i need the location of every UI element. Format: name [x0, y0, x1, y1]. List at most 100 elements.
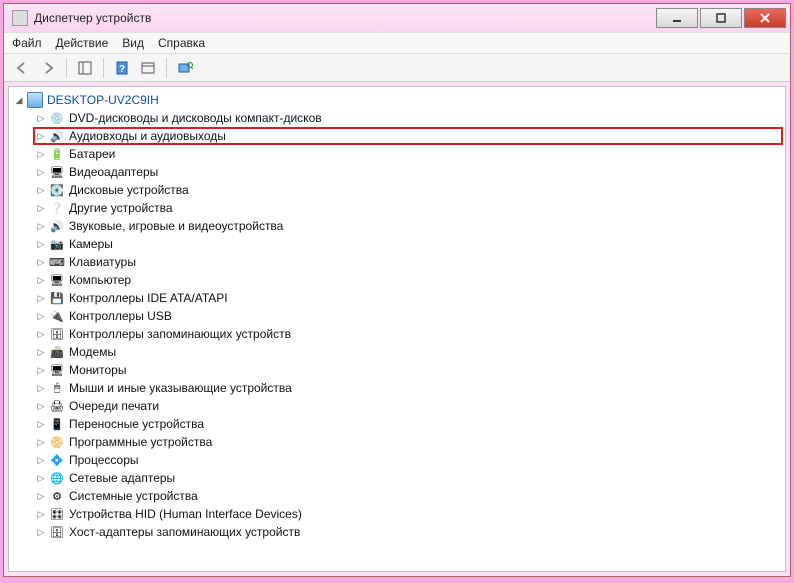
- category-icon: 📀: [49, 434, 65, 450]
- device-category-node[interactable]: ▷💾Контроллеры IDE ATA/ATAPI: [33, 289, 783, 307]
- toolbar: ?: [4, 54, 790, 82]
- expand-icon[interactable]: ▷: [35, 490, 47, 502]
- window-title: Диспетчер устройств: [34, 11, 656, 25]
- device-category-node[interactable]: ▷📀 Программные устройства: [33, 433, 783, 451]
- device-categories-list: ▷💿DVD-дисководы и дисководы компакт-диск…: [11, 109, 783, 541]
- device-category-node[interactable]: ▷🗄Контроллеры запоминающих устройств: [33, 325, 783, 343]
- expand-icon[interactable]: ▷: [35, 148, 47, 160]
- category-label: Системные устройства: [69, 489, 198, 503]
- tree-icon: [78, 61, 92, 75]
- properties-button[interactable]: [136, 57, 160, 79]
- device-tree-panel[interactable]: ◢ DESKTOP-UV2C9IH ▷💿DVD-дисководы и диск…: [8, 86, 786, 572]
- app-icon: [12, 10, 28, 26]
- category-label: Камеры: [69, 237, 113, 251]
- expand-icon[interactable]: ▷: [35, 256, 47, 268]
- menubar: Файл Действие Вид Справка: [4, 32, 790, 54]
- expand-icon[interactable]: ▷: [35, 310, 47, 322]
- category-icon: 📱: [49, 416, 65, 432]
- menu-file[interactable]: Файл: [12, 36, 42, 50]
- device-category-node[interactable]: ▷🔊Звуковые, игровые и видеоустройства: [33, 217, 783, 235]
- expand-icon[interactable]: ▷: [35, 274, 47, 286]
- device-category-node[interactable]: ▷🖥Компьютер: [33, 271, 783, 289]
- device-category-node[interactable]: ▷🗄Хост-адаптеры запоминающих устройств: [33, 523, 783, 541]
- computer-root-node[interactable]: ◢ DESKTOP-UV2C9IH: [11, 91, 783, 109]
- expand-icon[interactable]: ▷: [35, 418, 47, 430]
- expand-icon[interactable]: ▷: [35, 400, 47, 412]
- device-category-node[interactable]: ▷🖱Мыши и иные указывающие устройства: [33, 379, 783, 397]
- menu-view[interactable]: Вид: [122, 36, 144, 50]
- expand-icon[interactable]: ▷: [35, 238, 47, 250]
- category-label: Устройства HID (Human Interface Devices): [69, 507, 302, 521]
- titlebar[interactable]: Диспетчер устройств: [4, 4, 790, 32]
- category-icon: ⌨: [49, 254, 65, 270]
- device-category-node[interactable]: ▷🖥Мониторы: [33, 361, 783, 379]
- device-category-node[interactable]: ▷💿DVD-дисководы и дисководы компакт-диск…: [33, 109, 783, 127]
- device-category-node[interactable]: ▷🖥Видеоадаптеры: [33, 163, 783, 181]
- maximize-button[interactable]: [700, 8, 742, 28]
- device-category-node[interactable]: ▷🔊Аудиовходы и аудиовыходы: [33, 127, 783, 145]
- menu-action[interactable]: Действие: [56, 36, 109, 50]
- expand-icon[interactable]: ▷: [35, 220, 47, 232]
- expand-icon[interactable]: ▷: [35, 328, 47, 340]
- close-button[interactable]: [744, 8, 786, 28]
- expand-icon[interactable]: ▷: [35, 454, 47, 466]
- minimize-button[interactable]: [656, 8, 698, 28]
- device-category-node[interactable]: ▷💽Дисковые устройства: [33, 181, 783, 199]
- expand-icon[interactable]: ▷: [35, 130, 47, 142]
- category-label: Модемы: [69, 345, 116, 359]
- device-category-node[interactable]: ▷📠 Модемы: [33, 343, 783, 361]
- device-manager-window: Диспетчер устройств Файл Действие Вид Сп…: [3, 3, 791, 577]
- device-category-node[interactable]: ▷⚙Системные устройства: [33, 487, 783, 505]
- expand-icon[interactable]: ▷: [35, 112, 47, 124]
- category-icon: 🖥: [49, 164, 65, 180]
- device-category-node[interactable]: ▷🌐Сетевые адаптеры: [33, 469, 783, 487]
- category-icon: 📷: [49, 236, 65, 252]
- window-buttons: [656, 8, 786, 28]
- category-icon: 🗄: [49, 326, 65, 342]
- category-icon: ❔: [49, 200, 65, 216]
- device-category-node[interactable]: ▷⌨Клавиатуры: [33, 253, 783, 271]
- expand-icon[interactable]: ▷: [35, 202, 47, 214]
- computer-icon: [27, 92, 43, 108]
- menu-help[interactable]: Справка: [158, 36, 205, 50]
- expand-icon[interactable]: ▷: [35, 364, 47, 376]
- category-icon: 💿: [49, 110, 65, 126]
- forward-button[interactable]: [36, 57, 60, 79]
- device-category-node[interactable]: ▷📱 Переносные устройства: [33, 415, 783, 433]
- category-label: Очереди печати: [69, 399, 159, 413]
- category-label: Сетевые адаптеры: [69, 471, 175, 485]
- category-label: Контроллеры USB: [69, 309, 172, 323]
- device-category-node[interactable]: ▷🖨 Очереди печати: [33, 397, 783, 415]
- expand-icon[interactable]: ▷: [35, 508, 47, 520]
- expand-icon[interactable]: ▷: [35, 472, 47, 484]
- back-button[interactable]: [10, 57, 34, 79]
- device-category-node[interactable]: ▷📷 Камеры: [33, 235, 783, 253]
- scan-hardware-button[interactable]: [173, 57, 197, 79]
- expand-icon[interactable]: ▷: [35, 382, 47, 394]
- device-tree: ◢ DESKTOP-UV2C9IH ▷💿DVD-дисководы и диск…: [11, 91, 783, 541]
- collapse-icon[interactable]: ◢: [13, 94, 25, 106]
- toolbar-separator: [103, 58, 104, 78]
- category-label: Процессоры: [69, 453, 139, 467]
- computer-name-label: DESKTOP-UV2C9IH: [47, 93, 159, 107]
- category-icon: 🖥: [49, 362, 65, 378]
- help-button[interactable]: ?: [110, 57, 134, 79]
- category-icon: 🔊: [49, 128, 65, 144]
- category-label: Переносные устройства: [69, 417, 204, 431]
- expand-icon[interactable]: ▷: [35, 526, 47, 538]
- device-category-node[interactable]: ▷💠Процессоры: [33, 451, 783, 469]
- category-icon: 🖨: [49, 398, 65, 414]
- expand-icon[interactable]: ▷: [35, 436, 47, 448]
- device-category-node[interactable]: ▷❔Другие устройства: [33, 199, 783, 217]
- expand-icon[interactable]: ▷: [35, 184, 47, 196]
- device-category-node[interactable]: ▷🎛Устройства HID (Human Interface Device…: [33, 505, 783, 523]
- expand-icon[interactable]: ▷: [35, 346, 47, 358]
- forward-icon: [41, 62, 55, 74]
- category-label: Программные устройства: [69, 435, 212, 449]
- expand-icon[interactable]: ▷: [35, 166, 47, 178]
- category-icon: 📠: [49, 344, 65, 360]
- device-category-node[interactable]: ▷🔌Контроллеры USB: [33, 307, 783, 325]
- device-category-node[interactable]: ▷🔋Батареи: [33, 145, 783, 163]
- expand-icon[interactable]: ▷: [35, 292, 47, 304]
- show-hide-tree-button[interactable]: [73, 57, 97, 79]
